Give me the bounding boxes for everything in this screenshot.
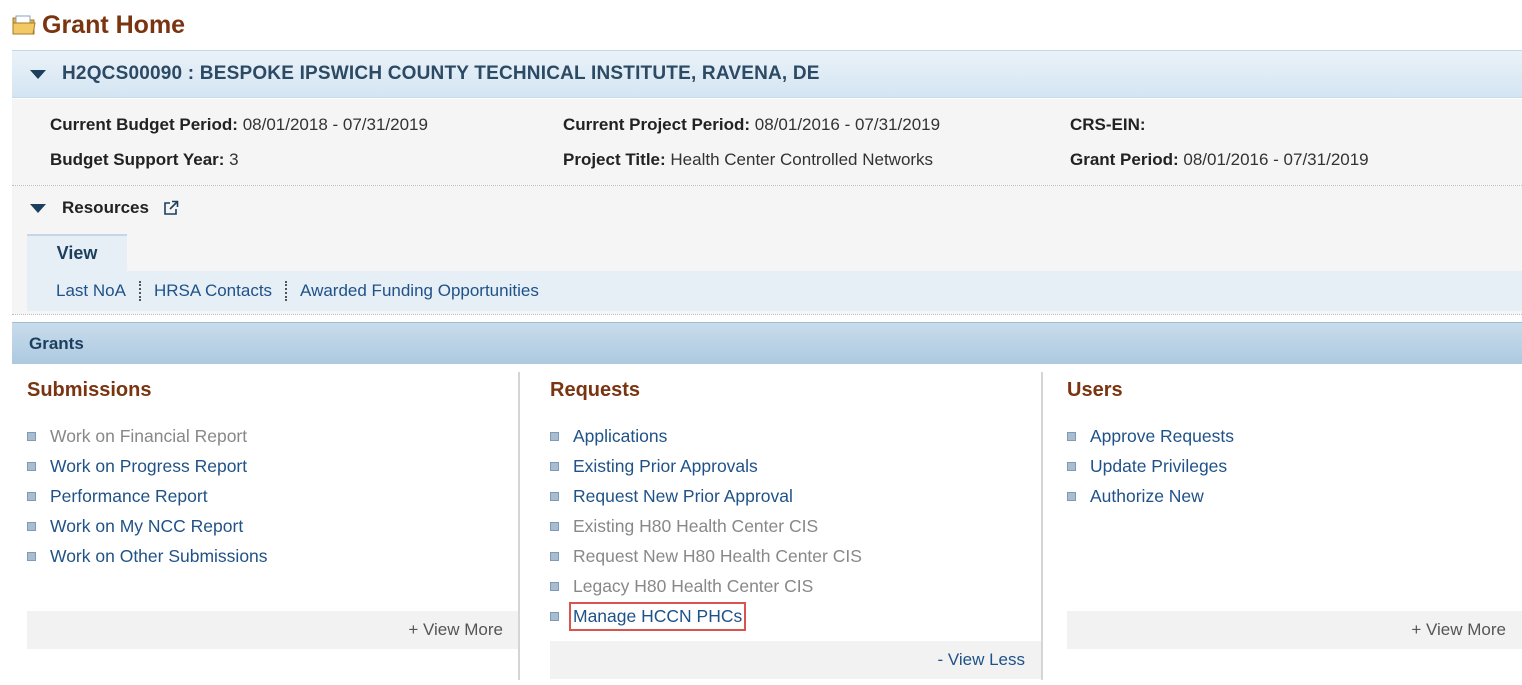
grant-header-text: H2QCS00090 : BESPOKE IPSWICH COUNTY TECH… — [62, 63, 820, 84]
list-item[interactable]: Legacy H80 Health Center CIS — [550, 571, 862, 601]
budget-support-year: Budget Support Year: 3 — [50, 150, 239, 169]
current-budget-period: Current Budget Period: 08/01/2018 - 07/3… — [50, 115, 428, 134]
list-item[interactable]: Update Privileges — [1067, 451, 1234, 481]
bullet-icon — [550, 551, 559, 561]
list-item[interactable]: Approve Requests — [1067, 421, 1234, 451]
submissions-list: Work on Financial Report Work on Progres… — [27, 421, 268, 571]
column-divider — [1041, 372, 1043, 680]
resources-links: Last NoA HRSA Contacts Awarded Funding O… — [27, 271, 1522, 311]
page-title: Grant Home — [42, 10, 186, 39]
list-item[interactable]: Request New H80 Health Center CIS — [550, 541, 862, 571]
manage-hccn-phcs-link[interactable]: Manage HCCN PHCs — [568, 601, 747, 631]
project-title: Project Title: Health Center Controlled … — [563, 150, 934, 169]
collapse-triangle-icon[interactable] — [30, 203, 46, 213]
resources-panel: Resources View Last NoA HRSA Contacts Aw… — [12, 186, 1522, 314]
list-item[interactable]: Work on My NCC Report — [27, 511, 268, 541]
users-title: Users — [1067, 379, 1123, 401]
list-item[interactable]: Authorize New — [1067, 481, 1234, 511]
list-item[interactable]: Performance Report — [27, 481, 268, 511]
grants-label: Grants — [29, 333, 84, 353]
requests-title: Requests — [550, 379, 641, 401]
grant-period: Grant Period: 08/01/2016 - 07/31/2019 — [1070, 150, 1369, 169]
awarded-funding-opportunities-link[interactable]: Awarded Funding Opportunities — [287, 281, 552, 301]
list-item[interactable]: Manage HCCN PHCs — [550, 601, 862, 631]
divider — [12, 314, 1522, 315]
bullet-icon — [27, 521, 36, 531]
list-item[interactable]: Applications — [550, 421, 862, 451]
users-list: Approve Requests Update Privileges Autho… — [1067, 421, 1234, 511]
external-link-icon[interactable] — [163, 200, 179, 216]
resources-label: Resources — [62, 198, 149, 217]
list-item[interactable]: Work on Financial Report — [27, 421, 268, 451]
resources-toggle[interactable]: Resources — [30, 198, 179, 218]
bullet-icon — [1067, 461, 1076, 471]
bullet-icon — [550, 581, 559, 591]
collapse-triangle-icon[interactable] — [30, 69, 46, 79]
last-noa-link[interactable]: Last NoA — [27, 281, 139, 301]
list-item[interactable]: Existing H80 Health Center CIS — [550, 511, 862, 541]
tab-view[interactable]: View — [27, 234, 127, 271]
folder-icon — [12, 13, 36, 37]
bullet-icon — [27, 551, 36, 561]
column-divider — [518, 372, 520, 680]
hrsa-contacts-link[interactable]: HRSA Contacts — [141, 281, 285, 301]
list-item[interactable]: Work on Other Submissions — [27, 541, 268, 571]
bullet-icon — [550, 521, 559, 531]
grant-header[interactable]: H2QCS00090 : BESPOKE IPSWICH COUNTY TECH… — [12, 50, 1522, 98]
page-title-bar: Grant Home — [12, 8, 185, 42]
bullet-icon — [550, 461, 559, 471]
bullet-icon — [550, 431, 559, 441]
list-item[interactable]: Work on Progress Report — [27, 451, 268, 481]
requests-view-less-button[interactable]: - View Less — [550, 641, 1041, 679]
bullet-icon — [27, 461, 36, 471]
grant-info-panel: Current Budget Period: 08/01/2018 - 07/3… — [12, 99, 1522, 185]
bullet-icon — [1067, 491, 1076, 501]
bullet-icon — [1067, 431, 1076, 441]
submissions-title: Submissions — [27, 379, 152, 401]
submissions-view-more-button[interactable]: + View More — [27, 611, 519, 649]
bullet-icon — [27, 431, 36, 441]
bullet-icon — [27, 491, 36, 501]
bullet-icon — [550, 611, 559, 621]
requests-list: Applications Existing Prior Approvals Re… — [550, 421, 862, 631]
list-item[interactable]: Existing Prior Approvals — [550, 451, 862, 481]
crs-ein: CRS-EIN: — [1070, 115, 1146, 134]
users-view-more-button[interactable]: + View More — [1067, 611, 1522, 649]
current-project-period: Current Project Period: 08/01/2016 - 07/… — [563, 115, 941, 134]
bullet-icon — [550, 491, 559, 501]
grants-section-header: Grants — [12, 322, 1522, 364]
list-item[interactable]: Request New Prior Approval — [550, 481, 862, 511]
